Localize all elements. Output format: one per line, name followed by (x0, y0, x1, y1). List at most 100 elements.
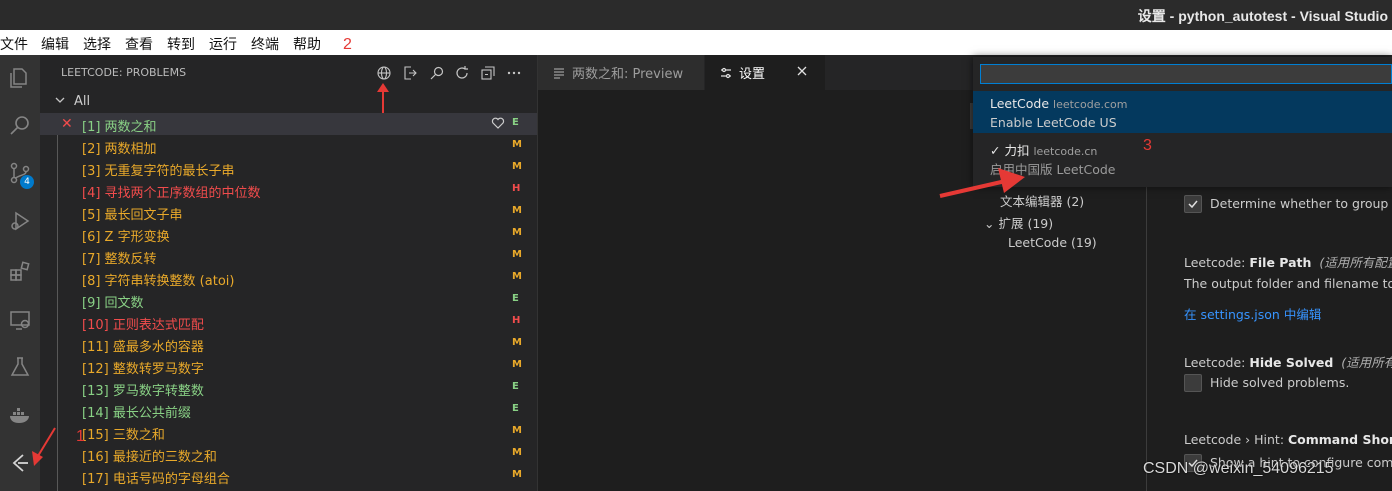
globe-icon[interactable] (375, 64, 393, 82)
problem-name: [6] Z 字形变换 (82, 230, 170, 245)
tree-group-all[interactable]: All (40, 91, 537, 113)
item-domain: leetcode.cn (1033, 145, 1098, 158)
menu-run[interactable]: 运行 (209, 34, 237, 54)
problem-name: [14] 最长公共前缀 (82, 406, 191, 421)
difficulty-badge: E (512, 117, 519, 128)
scm-badge: 4 (20, 175, 34, 189)
tab-preview[interactable]: 两数之和: Preview (538, 55, 705, 90)
problem-row[interactable]: [13] 罗马数字转整数 E (40, 377, 537, 399)
settings-tree-text-editor[interactable]: 文本编辑器 (2) (1000, 191, 1084, 210)
quick-pick-item-title: ✓ 力扣 leetcode.cn (990, 140, 1097, 159)
setting-name: File Path (1249, 255, 1312, 270)
setting-scope: (适用所有配置 (1319, 255, 1392, 270)
menu-help[interactable]: 帮助 (293, 34, 321, 54)
preview-icon (554, 67, 564, 79)
group-checkbox[interactable] (1184, 195, 1202, 213)
setting-scope: (适用所有配 (1341, 355, 1392, 370)
quick-pick-item-leetcode-us[interactable]: LeetCode leetcode.com Enable LeetCode US (973, 91, 1392, 133)
problem-row[interactable]: [5] 最长回文子串 M (40, 201, 537, 223)
watermark: CSDN @weixin_54096215 (1143, 460, 1334, 477)
problem-row[interactable]: [2] 两数相加 M (40, 135, 537, 157)
leetcode-icon[interactable] (0, 443, 40, 483)
quick-pick-input[interactable] (980, 64, 1392, 84)
search-problems-icon[interactable] (428, 64, 446, 82)
quick-pick: LeetCode leetcode.com Enable LeetCode US … (973, 57, 1392, 187)
problem-row[interactable]: [9] 回文数 E (40, 289, 537, 311)
problem-row[interactable]: [14] 最长公共前缀 E (40, 399, 537, 421)
title-bar: 设置 - python_autotest - Visual Studio (0, 0, 1392, 30)
setting-prefix: Leetcode: (1184, 355, 1250, 370)
menu-view[interactable]: 查看 (125, 34, 153, 54)
run-debug-icon[interactable] (0, 201, 40, 241)
activity-bar: 4 (0, 55, 40, 491)
menu-file[interactable]: 文件 (0, 34, 28, 54)
remote-explorer-icon[interactable] (0, 300, 40, 340)
tree-group-label: All (74, 94, 91, 109)
problem-row[interactable]: [17] 电话号码的字母组合 M (40, 465, 537, 487)
quick-pick-item-desc: 启用中国版 LeetCode (990, 162, 1116, 177)
problem-row[interactable]: [12] 整数转罗马数字 M (40, 355, 537, 377)
item-domain: leetcode.com (1053, 98, 1128, 111)
difficulty-badge: M (512, 227, 522, 238)
difficulty-badge: M (512, 249, 522, 260)
problem-row[interactable]: [10] 正则表达式匹配 H (40, 311, 537, 333)
menu-edit[interactable]: 编辑 (41, 34, 69, 54)
tab-label: 设置 (739, 67, 766, 82)
hide-solved-checkbox[interactable] (1184, 374, 1202, 392)
menu-go[interactable]: 转到 (167, 34, 195, 54)
extensions-icon[interactable] (0, 252, 40, 292)
problem-name: [5] 最长回文子串 (82, 208, 183, 223)
quick-pick-item-leetcode-cn[interactable]: ✓ 力扣 leetcode.cn 启用中国版 LeetCode (973, 135, 1392, 177)
tab-settings[interactable]: 设置 (705, 55, 825, 90)
quick-pick-item-title: LeetCode leetcode.com (990, 96, 1127, 111)
problem-row[interactable]: ✕ [1] 两数之和 E (40, 113, 537, 135)
problem-row[interactable]: [7] 整数反转 M (40, 245, 537, 267)
difficulty-badge: E (512, 293, 519, 304)
difficulty-badge: M (512, 139, 522, 150)
item-title: ✓ 力扣 (990, 143, 1030, 158)
settings-tree-extensions-label: 扩展 (19) (998, 216, 1054, 231)
setting-name: Hide Solved (1249, 355, 1334, 370)
problem-name: [8] 字符串转换整数 (atoi) (82, 274, 235, 289)
docker-icon[interactable] (0, 395, 40, 435)
problem-row[interactable]: [4] 寻找两个正序数组的中位数 H (40, 179, 537, 201)
setting-file-path-desc: The output folder and filename to s (1184, 276, 1392, 291)
problem-row[interactable]: [15] 三数之和 M (40, 421, 537, 443)
testing-icon[interactable] (0, 347, 40, 387)
hide-solved-desc: Hide solved problems. (1210, 375, 1350, 390)
item-title: LeetCode (990, 96, 1050, 111)
problem-name: [16] 最接近的三数之和 (82, 450, 217, 465)
settings-tree-extensions[interactable]: ⌄ 扩展 (19) (984, 213, 1053, 232)
problem-row[interactable]: [8] 字符串转换整数 (atoi) M (40, 267, 537, 289)
explorer-icon[interactable] (0, 58, 40, 98)
settings-icon (721, 67, 731, 78)
problem-name: [17] 电话号码的字母组合 (82, 472, 230, 487)
problem-row[interactable]: [3] 无重复字符的最长子串 M (40, 157, 537, 179)
more-icon[interactable] (505, 64, 523, 82)
search-icon[interactable] (0, 106, 40, 146)
collapse-all-icon[interactable] (479, 64, 497, 82)
difficulty-badge: M (512, 359, 522, 370)
problem-row[interactable]: [11] 盛最多水的容器 M (40, 333, 537, 355)
menu-selection[interactable]: 选择 (83, 34, 111, 54)
problem-name: [3] 无重复字符的最长子串 (82, 164, 235, 179)
sign-in-icon[interactable] (401, 64, 419, 82)
heart-icon[interactable] (491, 116, 505, 130)
problem-row[interactable]: [16] 最接近的三数之和 M (40, 443, 537, 465)
source-control-icon[interactable]: 4 (0, 153, 40, 193)
problem-name: [7] 整数反转 (82, 252, 157, 267)
difficulty-badge: E (512, 403, 519, 414)
menu-terminal[interactable]: 终端 (251, 34, 279, 54)
edit-in-settings-json-link[interactable]: 在 settings.json 中编辑 (1184, 304, 1321, 323)
window-title: 设置 - python_autotest - Visual Studio (1137, 8, 1388, 24)
annotation-1: 1 (76, 428, 85, 445)
menu-bar: 文件 编辑 选择 查看 转到 运行 终端 帮助 2 (0, 30, 1392, 55)
close-icon[interactable] (795, 64, 809, 78)
settings-tree-leetcode[interactable]: LeetCode (19) (1008, 235, 1097, 250)
problem-name: [4] 寻找两个正序数组的中位数 (82, 186, 261, 201)
difficulty-badge: H (512, 183, 521, 194)
difficulty-badge: M (512, 469, 522, 480)
problem-row[interactable]: [6] Z 字形变换 M (40, 223, 537, 245)
refresh-icon[interactable] (453, 64, 471, 82)
problem-name: [10] 正则表达式匹配 (82, 318, 204, 333)
